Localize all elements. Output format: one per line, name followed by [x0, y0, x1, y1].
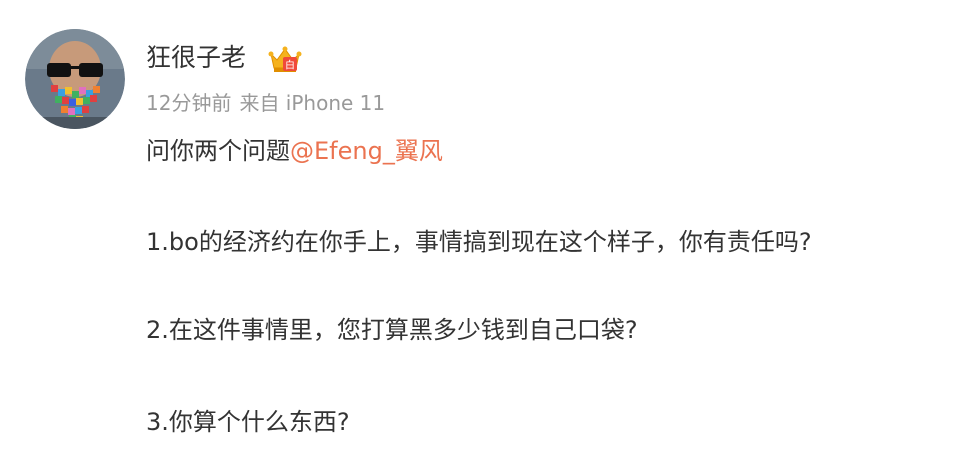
content-line-3: 2.在这件事情里，您打算黑多少钱到自己口袋?	[146, 316, 638, 344]
post-source: 来自 iPhone 11	[239, 91, 386, 115]
content-line-4: 3.你算个什么东西?	[146, 408, 350, 436]
post-time[interactable]: 12分钟前	[146, 91, 231, 115]
post-meta: 12分钟前 来自 iPhone 11	[146, 88, 385, 118]
svg-text:白: 白	[285, 59, 295, 72]
avatar[interactable]	[25, 29, 125, 129]
weibo-post: 狂很子老 白 12分钟前 来自 iPhone 11 问你两个问题@Efeng_翼风…	[0, 0, 980, 464]
crown-vip-icon[interactable]: 白	[268, 44, 302, 74]
content-line-2: 1.bo的经济约在你手上，事情搞到现在这个样子，你有责任吗?	[146, 228, 812, 256]
author-name[interactable]: 狂很子老	[146, 40, 246, 76]
content-line-1-text: 问你两个问题	[146, 137, 290, 165]
avatar-image	[25, 29, 125, 129]
mention-link[interactable]: @Efeng_翼风	[290, 137, 443, 165]
content-line-1: 问你两个问题@Efeng_翼风	[146, 133, 443, 169]
